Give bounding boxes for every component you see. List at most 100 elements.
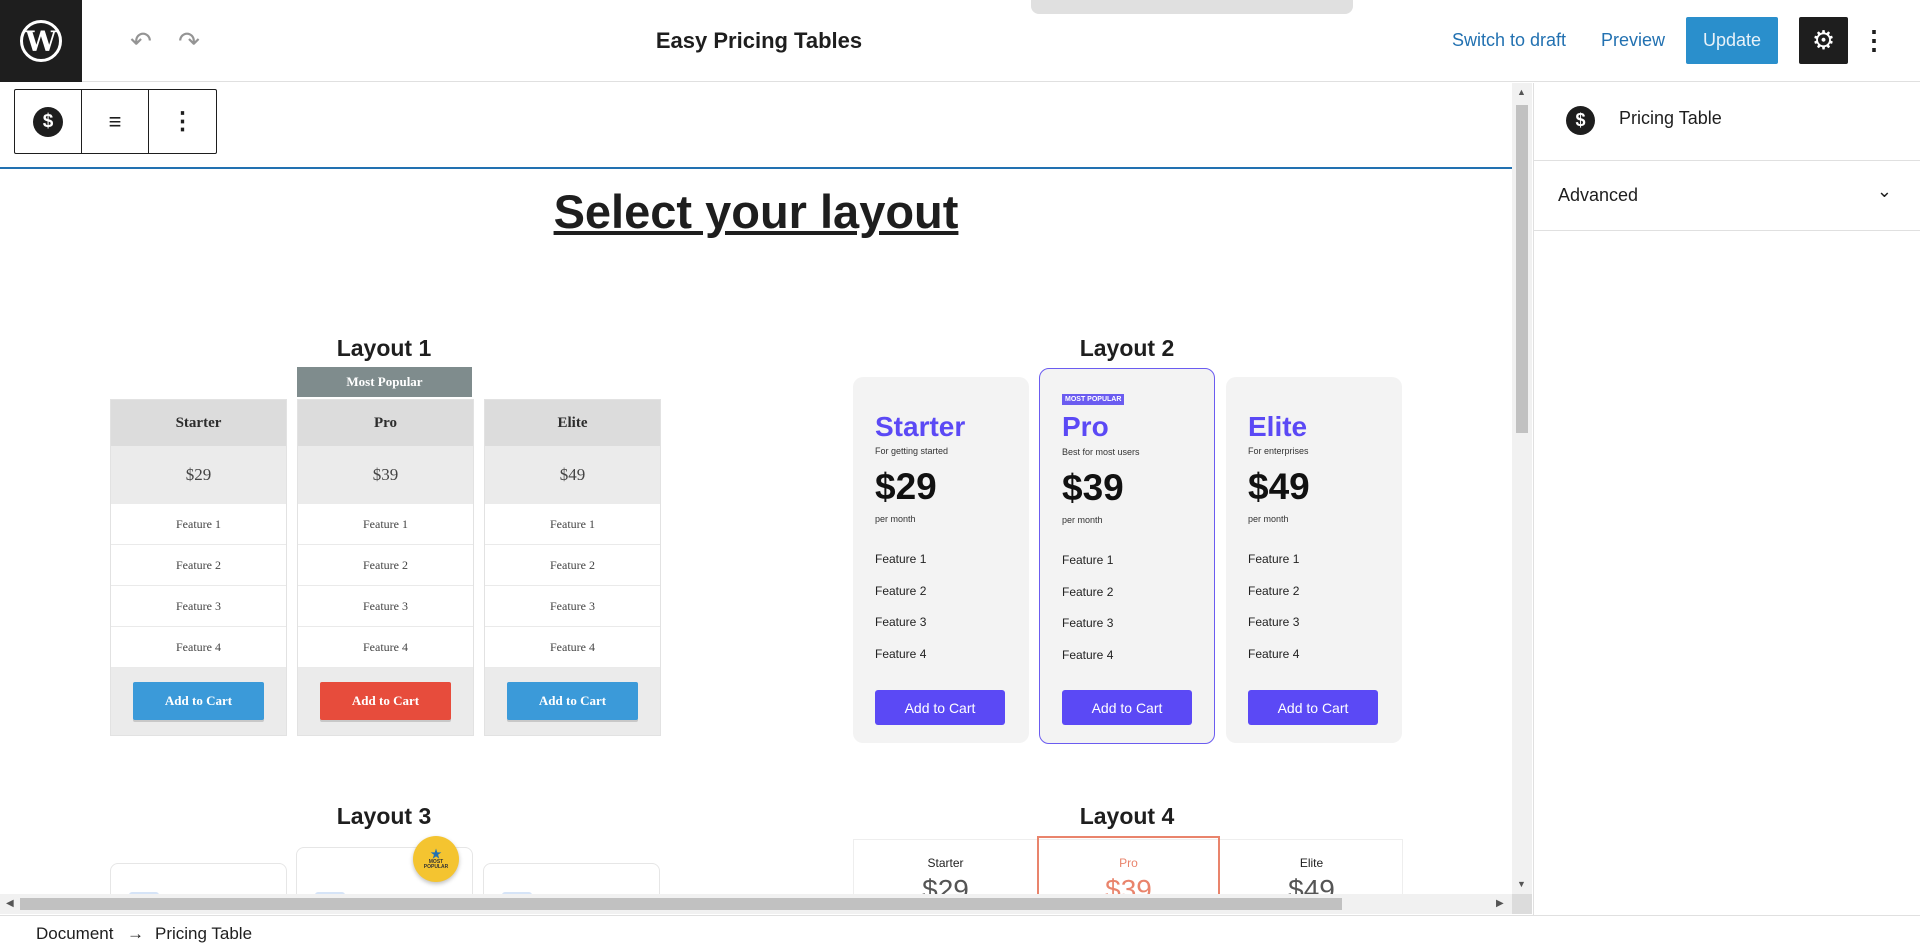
feature-item: Feature 1 xyxy=(485,504,660,545)
feature-item: Feature 4 xyxy=(875,647,927,661)
switch-to-draft-button[interactable]: Switch to draft xyxy=(1452,30,1566,51)
update-button[interactable]: Update xyxy=(1686,17,1778,64)
layout1-column-elite[interactable]: Elite $49 Feature 1 Feature 2 Feature 3 … xyxy=(484,399,661,736)
block-toolbar: $ ≡ ⋮ xyxy=(14,89,217,154)
feature-item: Feature 3 xyxy=(1062,616,1114,630)
most-popular-badge: MOST POPULAR xyxy=(1062,394,1125,405)
plan-price: $39 xyxy=(372,465,399,484)
scroll-left-arrow-icon[interactable]: ◀ xyxy=(6,898,14,909)
layout4-table[interactable]: Starter $29 Pro $39 Elite $49 xyxy=(853,836,1403,894)
feature-item: Feature 3 xyxy=(875,615,927,629)
command-palette-pill[interactable] xyxy=(1031,0,1353,14)
plan-name: Elite xyxy=(1248,411,1308,442)
plan-price: $29 xyxy=(185,465,212,484)
feature-item: Feature 2 xyxy=(1062,585,1114,599)
feature-item: Feature 4 xyxy=(1248,647,1300,661)
selected-block-outline xyxy=(0,167,1512,169)
layout4-title: Layout 4 xyxy=(1079,803,1175,829)
layout1-column-starter[interactable]: Starter $29 Feature 1 Feature 2 Feature … xyxy=(110,399,287,736)
feature-item: Feature 2 xyxy=(1248,584,1300,598)
feature-item: Feature 2 xyxy=(485,545,660,586)
scroll-up-arrow-icon[interactable]: ▲ xyxy=(1517,87,1526,97)
breadcrumb: Document → Pricing Table xyxy=(0,915,1920,950)
block-options-button[interactable]: ⋮ xyxy=(149,90,216,153)
most-popular-star-badge: ★ MOST POPULAR xyxy=(413,836,459,882)
add-to-cart-button[interactable]: Add to Cart xyxy=(507,682,638,720)
plan-name: Starter xyxy=(875,411,966,442)
advanced-label: Advanced xyxy=(1558,185,1639,205)
plan-price: $39 xyxy=(1062,467,1124,508)
vertical-ellipsis-icon: ⋮ xyxy=(1861,24,1887,55)
plan-name: Pro xyxy=(1062,411,1109,442)
feature-item: Feature 3 xyxy=(298,586,473,627)
feature-item: Feature 1 xyxy=(298,504,473,545)
layout1-title: Layout 1 xyxy=(336,335,432,361)
preview-button[interactable]: Preview xyxy=(1601,30,1665,51)
feature-item: Feature 3 xyxy=(111,586,286,627)
editor-canvas[interactable]: $ ≡ ⋮ Select your layout Layout 1 Most P… xyxy=(0,83,1512,894)
document-title[interactable]: Easy Pricing Tables xyxy=(0,28,1518,54)
add-to-cart-button[interactable]: Add to Cart xyxy=(1248,690,1378,725)
scroll-right-arrow-icon[interactable]: ▶ xyxy=(1496,898,1504,909)
horizontal-scroll-thumb[interactable] xyxy=(20,898,1342,910)
block-type-button[interactable]: $ xyxy=(15,90,82,153)
vertical-scrollbar[interactable]: ▲ ▼ xyxy=(1512,83,1532,894)
feature-item: Feature 2 xyxy=(111,545,286,586)
plan-price: $49 xyxy=(1288,874,1335,894)
layout4-column-starter[interactable]: Starter $29 xyxy=(854,840,1037,894)
layout1-column-pro[interactable]: Pro $39 Feature 1 Feature 2 Feature 3 Fe… xyxy=(297,399,474,736)
plan-price: $49 xyxy=(559,465,586,484)
feature-item: Feature 1 xyxy=(1248,552,1300,566)
badge-label: MOST POPULAR xyxy=(423,859,449,870)
feature-item: Feature 2 xyxy=(875,584,927,598)
dollar-icon: $ xyxy=(1566,106,1595,135)
horizontal-scrollbar[interactable]: ◀ ▶ xyxy=(0,894,1512,914)
plan-price: $49 xyxy=(1248,466,1310,507)
editor-header: W ↶ ↷ Easy Pricing Tables Switch to draf… xyxy=(0,0,1920,82)
plan-subtitle: For enterprises xyxy=(1248,446,1309,456)
breadcrumb-document[interactable]: Document xyxy=(36,924,113,944)
feature-item: Feature 3 xyxy=(1248,615,1300,629)
layout3-title: Layout 3 xyxy=(336,803,432,829)
align-center-icon: ≡ xyxy=(108,108,122,134)
breadcrumb-separator: → xyxy=(127,924,144,943)
most-popular-ribbon: Most Popular xyxy=(297,367,472,397)
add-to-cart-button[interactable]: Add to Cart xyxy=(875,690,1005,725)
plan-price: $29 xyxy=(922,874,969,894)
layout2-card-starter[interactable]: Starter For getting started $29 per mont… xyxy=(853,377,1029,743)
layout4-column-elite[interactable]: Elite $49 xyxy=(1220,840,1403,894)
layout3-card-elite[interactable] xyxy=(483,863,660,894)
feature-item: Feature 3 xyxy=(485,586,660,627)
feature-item: Feature 4 xyxy=(1062,648,1114,662)
layout2-card-elite[interactable]: Elite For enterprises $49 per month Feat… xyxy=(1226,377,1402,743)
plan-name: Starter xyxy=(927,856,964,870)
layout2-card-pro[interactable]: MOST POPULAR Pro Best for most users $39… xyxy=(1039,368,1215,744)
feature-item: Feature 4 xyxy=(298,627,473,668)
feature-item: Feature 2 xyxy=(298,545,473,586)
scrollbar-corner xyxy=(1512,894,1532,914)
gear-icon: ⚙ xyxy=(1811,25,1836,55)
align-button[interactable]: ≡ xyxy=(82,90,149,153)
layout3-card-starter[interactable] xyxy=(110,863,287,894)
options-menu-button[interactable]: ⋮ xyxy=(1860,22,1888,58)
layout4-column-pro[interactable]: Pro $39 xyxy=(1037,836,1220,894)
scroll-down-arrow-icon[interactable]: ▼ xyxy=(1517,879,1526,889)
plan-name: Elite xyxy=(485,400,660,446)
settings-button[interactable]: ⚙ xyxy=(1799,17,1848,64)
add-to-cart-button[interactable]: Add to Cart xyxy=(133,682,264,720)
add-to-cart-button[interactable]: Add to Cart xyxy=(1062,690,1192,725)
feature-item: Feature 1 xyxy=(111,504,286,545)
block-name: Pricing Table xyxy=(1619,108,1722,128)
block-card: $ Pricing Table xyxy=(1534,83,1920,161)
plan-period: per month xyxy=(1062,515,1103,525)
add-to-cart-button[interactable]: Add to Cart xyxy=(320,682,451,720)
plan-name: Elite xyxy=(1299,856,1324,870)
vertical-scroll-thumb[interactable] xyxy=(1516,105,1528,433)
layout2-title: Layout 2 xyxy=(1079,335,1175,361)
vertical-ellipsis-icon: ⋮ xyxy=(170,108,195,135)
advanced-panel-toggle[interactable]: Advanced ⌄ xyxy=(1534,161,1920,231)
plan-subtitle: Best for most users xyxy=(1062,447,1140,457)
plan-price: $29 xyxy=(875,466,937,507)
settings-sidebar: $ Pricing Table Advanced ⌄ xyxy=(1533,83,1920,915)
breadcrumb-current[interactable]: Pricing Table xyxy=(155,924,252,944)
